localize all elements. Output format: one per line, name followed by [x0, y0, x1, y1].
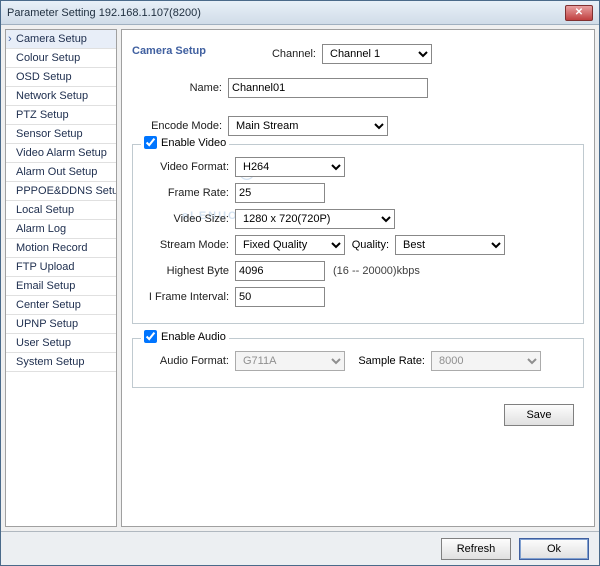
sidebar-item-system-setup[interactable]: System Setup: [6, 353, 116, 372]
sidebar-item-user-setup[interactable]: User Setup: [6, 334, 116, 353]
kbps-range-label: (16 -- 20000)kbps: [333, 265, 420, 277]
window-title: Parameter Setting 192.168.1.107(8200): [7, 7, 201, 19]
parameter-setting-window: Parameter Setting 192.168.1.107(8200) ✕ …: [0, 0, 600, 566]
video-group: Enable Video Video Format: H264 Frame Ra…: [132, 144, 584, 324]
encode-mode-label: Encode Mode:: [132, 120, 228, 132]
footer: Refresh Ok: [1, 531, 599, 565]
encode-mode-select[interactable]: Main Stream: [228, 116, 388, 136]
enable-audio-input[interactable]: [144, 330, 157, 343]
sidebar-item-upnp-setup[interactable]: UPNP Setup: [6, 315, 116, 334]
video-format-label: Video Format:: [139, 161, 235, 173]
main-panel: eLENUO® Camera Setup Channel: Channel 1 …: [121, 29, 595, 527]
refresh-button[interactable]: Refresh: [441, 538, 511, 560]
name-label: Name:: [132, 82, 228, 94]
sidebar-item-center-setup[interactable]: Center Setup: [6, 296, 116, 315]
quality-select[interactable]: Best: [395, 235, 505, 255]
sidebar-item-osd-setup[interactable]: OSD Setup: [6, 68, 116, 87]
quality-label: Quality:: [345, 239, 395, 251]
sidebar-item-camera-setup[interactable]: Camera Setup: [6, 30, 116, 49]
video-format-select[interactable]: H264: [235, 157, 345, 177]
channel-label: Channel:: [262, 48, 322, 60]
sidebar-item-ptz-setup[interactable]: PTZ Setup: [6, 106, 116, 125]
stream-mode-label: Stream Mode:: [139, 239, 235, 251]
frame-rate-label: Frame Rate:: [139, 187, 235, 199]
highest-byte-label: Highest Byte: [139, 265, 235, 277]
save-button[interactable]: Save: [504, 404, 574, 426]
stream-mode-select[interactable]: Fixed Quality: [235, 235, 345, 255]
sidebar-item-network-setup[interactable]: Network Setup: [6, 87, 116, 106]
sample-rate-label: Sample Rate:: [345, 355, 431, 367]
sidebar-item-email-setup[interactable]: Email Setup: [6, 277, 116, 296]
close-button[interactable]: ✕: [565, 5, 593, 21]
audio-format-label: Audio Format:: [139, 355, 235, 367]
highest-byte-input[interactable]: [235, 261, 325, 281]
sidebar-item-local-setup[interactable]: Local Setup: [6, 201, 116, 220]
audio-group: Enable Audio Audio Format: G711A Sample …: [132, 338, 584, 388]
iframe-interval-label: I Frame Interval:: [139, 291, 235, 303]
sidebar-item-motion-record[interactable]: Motion Record: [6, 239, 116, 258]
sidebar-item-colour-setup[interactable]: Colour Setup: [6, 49, 116, 68]
sidebar-item-sensor-setup[interactable]: Sensor Setup: [6, 125, 116, 144]
name-input[interactable]: [228, 78, 428, 98]
sidebar-item-ftp-upload[interactable]: FTP Upload: [6, 258, 116, 277]
enable-video-checkbox[interactable]: Enable Video: [141, 136, 229, 149]
iframe-interval-input[interactable]: [235, 287, 325, 307]
section-title: Camera Setup: [132, 45, 262, 57]
sidebar-item-alarm-log[interactable]: Alarm Log: [6, 220, 116, 239]
ok-button[interactable]: Ok: [519, 538, 589, 560]
sidebar: Camera SetupColour SetupOSD SetupNetwork…: [5, 29, 117, 527]
video-size-label: Video Size:: [139, 213, 235, 225]
video-size-select[interactable]: 1280 x 720(720P): [235, 209, 395, 229]
sidebar-item-alarm-out-setup[interactable]: Alarm Out Setup: [6, 163, 116, 182]
frame-rate-input[interactable]: [235, 183, 325, 203]
enable-audio-checkbox[interactable]: Enable Audio: [141, 330, 229, 343]
sample-rate-select[interactable]: 8000: [431, 351, 541, 371]
channel-select[interactable]: Channel 1: [322, 44, 432, 64]
audio-format-select[interactable]: G711A: [235, 351, 345, 371]
sidebar-item-pppoe-ddns-setup[interactable]: PPPOE&DDNS Setup: [6, 182, 116, 201]
sidebar-item-video-alarm-setup[interactable]: Video Alarm Setup: [6, 144, 116, 163]
titlebar: Parameter Setting 192.168.1.107(8200) ✕: [1, 1, 599, 25]
enable-video-input[interactable]: [144, 136, 157, 149]
